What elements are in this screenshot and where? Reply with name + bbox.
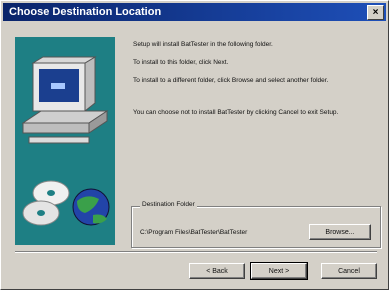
title-bar[interactable]: Choose Destination Location × [3, 3, 386, 21]
computer-illustration-icon [21, 56, 110, 226]
browse-button[interactable]: Browse... [309, 224, 371, 240]
cancel-button[interactable]: Cancel [321, 263, 377, 279]
close-button[interactable]: × [367, 5, 384, 20]
close-icon: × [372, 6, 379, 18]
separator [15, 251, 377, 253]
setup-illustration [15, 37, 115, 245]
next-button[interactable]: Next > [250, 262, 308, 280]
browse-info-text: To install to a different folder, click … [133, 77, 329, 84]
cancel-info-text: You can choose not to install BatTester … [133, 109, 339, 116]
destination-folder-label: Destination Folder [140, 201, 197, 208]
back-button[interactable]: < Back [189, 263, 245, 279]
destination-path: C:\Program Files\BatTester\BatTester [140, 229, 248, 236]
setup-dialog: Choose Destination Location × Setup will… [0, 0, 389, 290]
next-info-text: To install to this folder, click Next. [133, 59, 229, 66]
dialog-title: Choose Destination Location [9, 6, 162, 18]
install-info-text: Setup will install BatTester in the foll… [133, 41, 273, 48]
